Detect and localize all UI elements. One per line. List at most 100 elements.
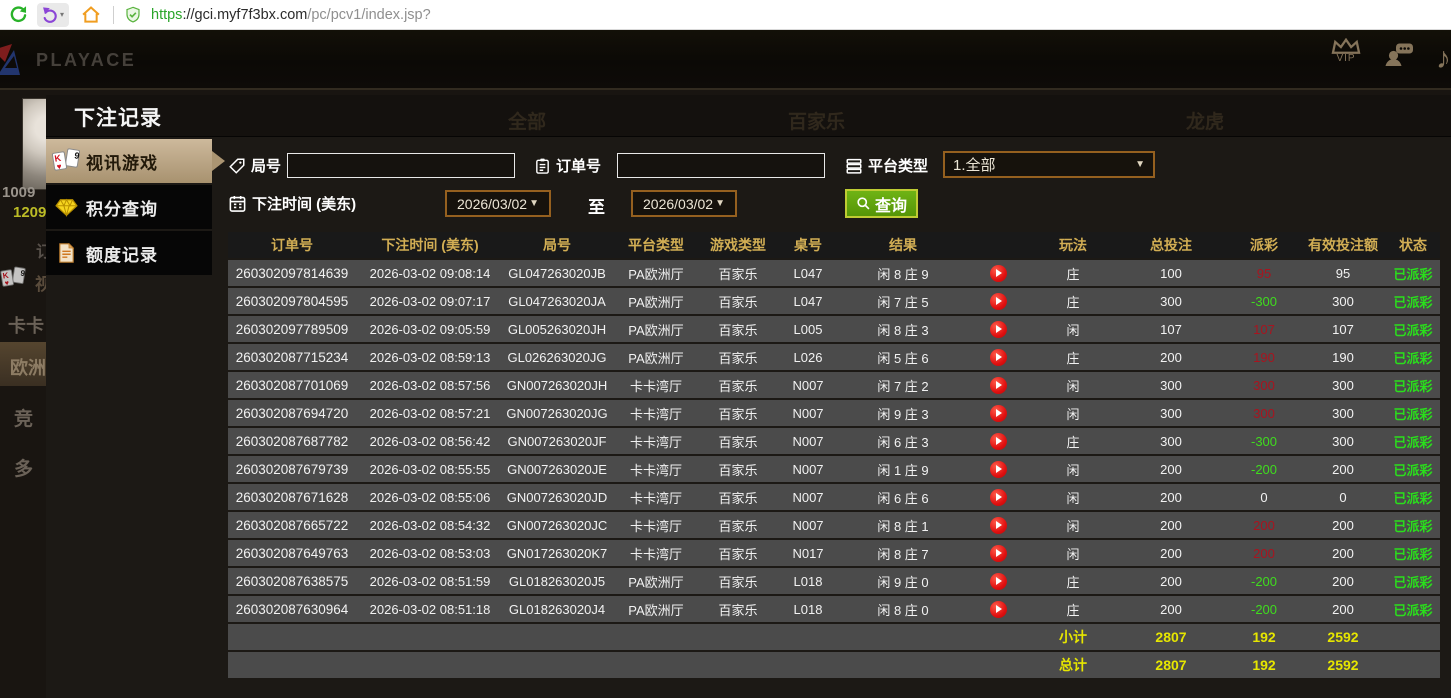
cell-payout: -300 xyxy=(1228,428,1300,454)
cell-valid-bet: 107 xyxy=(1300,316,1386,342)
logo-text: PLAYACE xyxy=(36,50,136,71)
sidebar-item-points-query[interactable]: 积分查询 xyxy=(46,185,212,229)
customer-service-icon[interactable] xyxy=(1384,42,1414,66)
query-button[interactable]: 查询 xyxy=(845,189,918,218)
browser-toolbar: ▾ https://gci.myf7f3bx.com/pc/pcv1/index… xyxy=(0,0,1451,30)
column-header: 状态 xyxy=(1386,232,1440,258)
date-from-picker[interactable]: 2026/03/02▼ xyxy=(445,190,551,217)
play-video-button[interactable] xyxy=(990,321,1007,338)
bg-nav-fragment: 欧洲 xyxy=(10,354,46,380)
cell-bet-time: 2026-03-02 08:55:06 xyxy=(356,484,504,510)
cell-result: 闲 9 庄 3 xyxy=(842,400,964,426)
cell-bet-time: 2026-03-02 09:08:14 xyxy=(356,260,504,286)
platform-type-label: 平台类型 xyxy=(868,155,928,176)
cell-table-number: N007 xyxy=(774,428,842,454)
play-video-button[interactable] xyxy=(990,405,1007,422)
play-video-button[interactable] xyxy=(990,265,1007,282)
sidebar-item-credit-records[interactable]: 额度记录 xyxy=(46,231,212,275)
play-video-button[interactable] xyxy=(990,545,1007,562)
cell-total-bet: 107 xyxy=(1114,316,1228,342)
platform-type-label-group: 平台类型 xyxy=(845,155,928,176)
clipboard-icon xyxy=(534,157,551,175)
bet-records-table: 订单号下注时间 (美东)局号平台类型游戏类型桌号结果玩法总投注派彩有效投注额状态… xyxy=(228,232,1440,680)
cell-play-method: 闲 xyxy=(1032,372,1114,398)
cell-bet-time: 2026-03-02 08:57:21 xyxy=(356,400,504,426)
cell-table-number: L018 xyxy=(774,568,842,594)
cell-result: 闲 8 庄 0 xyxy=(842,596,964,622)
table-row: 260302087638575 2026-03-02 08:51:59 GL01… xyxy=(228,568,1440,594)
balance-fragment: 1009 xyxy=(2,184,35,201)
grandtotal-row: 总计 2807 192 2592 xyxy=(228,652,1440,678)
play-video-button[interactable] xyxy=(990,433,1007,450)
table-header-row: 订单号下注时间 (美东)局号平台类型游戏类型桌号结果玩法总投注派彩有效投注额状态 xyxy=(228,232,1440,258)
platform-select[interactable]: 1.全部 ▼ xyxy=(943,151,1155,178)
address-bar[interactable]: https://gci.myf7f3bx.com/pc/pcv1/index.j… xyxy=(124,6,431,24)
cell-game-type: 百家乐 xyxy=(702,512,774,538)
round-number-input[interactable] xyxy=(287,153,515,178)
cell-play-method: 庄 xyxy=(1032,568,1114,594)
cell-status: 已派彩 xyxy=(1386,344,1440,370)
round-number-label: 局号 xyxy=(251,155,281,176)
subtotal-valid-bet: 2592 xyxy=(1300,624,1386,650)
play-video-button[interactable] xyxy=(990,601,1007,618)
cell-bet-time: 2026-03-02 08:54:32 xyxy=(356,512,504,538)
play-video-button[interactable] xyxy=(990,517,1007,534)
cell-round-number: GL047263020JA xyxy=(504,288,610,314)
date-to-picker[interactable]: 2026/03/02▼ xyxy=(631,190,737,217)
panel-title-bar: 下注记录 全部 百家乐 龙虎 xyxy=(46,95,1451,137)
cell-order-number: 260302087679739 xyxy=(228,456,356,482)
cell-table-number: L047 xyxy=(774,260,842,286)
cell-result: 闲 8 庄 7 xyxy=(842,540,964,566)
cell-valid-bet: 95 xyxy=(1300,260,1386,286)
order-number-input[interactable] xyxy=(617,153,825,178)
subtotal-row: 小计 2807 192 2592 xyxy=(228,624,1440,650)
music-note-icon[interactable]: ♪ xyxy=(1436,44,1451,74)
cell-status: 已派彩 xyxy=(1386,372,1440,398)
play-video-button[interactable] xyxy=(990,489,1007,506)
cell-valid-bet: 0 xyxy=(1300,484,1386,510)
column-header: 派彩 xyxy=(1228,232,1300,258)
bg-tab-fragment: 全部 xyxy=(508,107,546,134)
cell-round-number: GN007263020JD xyxy=(504,484,610,510)
undo-icon[interactable]: ▾ xyxy=(37,3,69,27)
cell-order-number: 260302087630964 xyxy=(228,596,356,622)
undo-dropdown-caret[interactable]: ▾ xyxy=(60,10,64,19)
cell-order-number: 260302087715234 xyxy=(228,344,356,370)
bg-nav-fragment: 卡卡 xyxy=(8,312,44,338)
play-video-button[interactable] xyxy=(990,573,1007,590)
sidebar-item-video-games[interactable]: 9 K♥ 视讯游戏 xyxy=(46,139,212,183)
app-header: PLAYACE VIP ♪ xyxy=(0,30,1451,90)
cell-status: 已派彩 xyxy=(1386,568,1440,594)
table-row: 260302097789509 2026-03-02 09:05:59 GL00… xyxy=(228,316,1440,342)
cell-total-bet: 200 xyxy=(1114,344,1228,370)
chevron-down-icon: ▼ xyxy=(715,198,725,209)
cell-valid-bet: 190 xyxy=(1300,344,1386,370)
cell-total-bet: 300 xyxy=(1114,400,1228,426)
cell-platform: 卡卡湾厅 xyxy=(610,512,702,538)
cell-total-bet: 200 xyxy=(1114,568,1228,594)
home-icon[interactable] xyxy=(77,3,105,27)
cell-result: 闲 5 庄 6 xyxy=(842,344,964,370)
cell-platform: 卡卡湾厅 xyxy=(610,372,702,398)
cell-game-type: 百家乐 xyxy=(702,344,774,370)
cell-payout: 190 xyxy=(1228,344,1300,370)
cell-status: 已派彩 xyxy=(1386,484,1440,510)
cell-total-bet: 300 xyxy=(1114,372,1228,398)
play-icon xyxy=(996,381,1002,389)
play-video-button[interactable] xyxy=(990,349,1007,366)
vip-button[interactable]: VIP xyxy=(1330,38,1362,64)
column-header: 桌号 xyxy=(774,232,842,258)
cell-result: 闲 9 庄 0 xyxy=(842,568,964,594)
play-video-button[interactable] xyxy=(990,461,1007,478)
cell-payout: 95 xyxy=(1228,260,1300,286)
table-row: 260302087701069 2026-03-02 08:57:56 GN00… xyxy=(228,372,1440,398)
play-video-button[interactable] xyxy=(990,377,1007,394)
table-body: 260302097814639 2026-03-02 09:08:14 GL04… xyxy=(228,260,1440,622)
play-video-button[interactable] xyxy=(990,293,1007,310)
cell-platform: PA欧洲厅 xyxy=(610,316,702,342)
refresh-icon[interactable] xyxy=(5,3,31,27)
table-row: 260302087679739 2026-03-02 08:55:55 GN00… xyxy=(228,456,1440,482)
column-header: 结果 xyxy=(842,232,964,258)
play-icon xyxy=(996,409,1002,417)
cell-valid-bet: 300 xyxy=(1300,428,1386,454)
